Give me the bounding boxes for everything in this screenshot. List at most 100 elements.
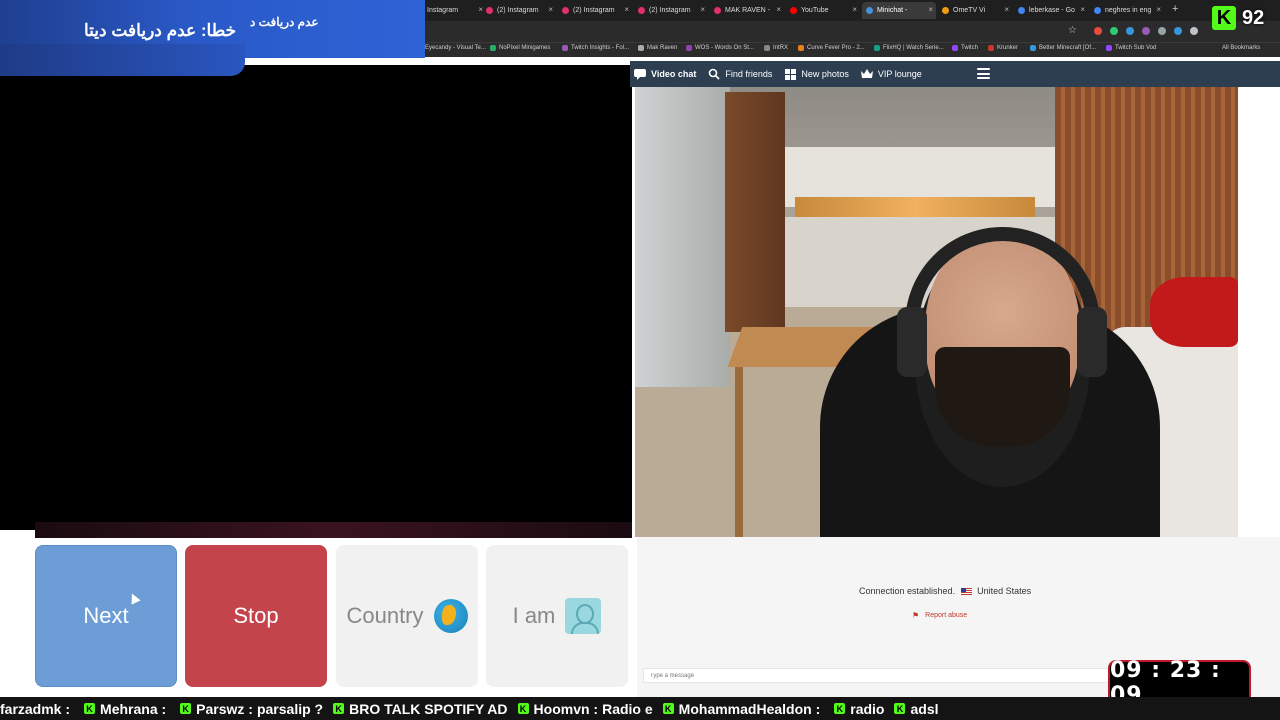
chat-message: Kradio — [834, 701, 884, 717]
browser-tab[interactable]: (2) Instagram × — [482, 2, 556, 19]
bookmark-label: Eyecandy - Visual Te... — [425, 45, 486, 51]
search-icon — [708, 68, 720, 80]
browser-tab[interactable]: (2) Instagram × — [634, 2, 708, 19]
tab-label: (2) Instagram — [573, 7, 615, 14]
minichat-page: Video chat Find friends New photos VIP l… — [0, 57, 1280, 720]
connection-status: Connection established. United States — [859, 586, 1031, 596]
tab-favicon-icon — [1018, 7, 1025, 14]
photos-grid-icon — [784, 68, 796, 80]
tab-label: Minichat - — [877, 7, 908, 14]
local-webcam-video — [635, 87, 1238, 537]
next-button[interactable]: Next — [35, 545, 177, 687]
tab-close-icon[interactable]: × — [1156, 5, 1161, 14]
bookmark-item[interactable]: Twitch Insights - Fol... — [562, 45, 629, 51]
chat-text: adsl — [910, 700, 939, 717]
extension-icon[interactable] — [1190, 27, 1198, 35]
bookmark-item[interactable]: Twitch — [952, 45, 978, 51]
bookmark-item[interactable]: Better Minecraft [Of... — [1030, 45, 1096, 51]
nav-video-chat[interactable]: Video chat — [634, 68, 696, 80]
tab-label: (2) Instagram — [649, 7, 691, 14]
nav-new-photos[interactable]: New photos — [784, 68, 849, 80]
bookmark-favicon-icon — [764, 45, 770, 51]
browser-tab[interactable]: YouTube × — [786, 2, 860, 19]
bookmark-label: NoPixel Minigames — [499, 45, 551, 51]
stop-button[interactable]: Stop — [185, 545, 327, 687]
gender-select-button[interactable]: I am — [486, 545, 628, 687]
all-bookmarks-button[interactable]: All Bookmarks — [1222, 45, 1260, 51]
chat-message: K BRO TALK SPOTIFY AD — [333, 700, 508, 717]
alert-title: عدم دریافت د — [250, 15, 319, 29]
extension-icon[interactable] — [1158, 27, 1166, 35]
browser-tab[interactable]: (2) Instagram × — [558, 2, 632, 19]
bookmark-favicon-icon — [686, 45, 692, 51]
tab-close-icon[interactable]: × — [852, 5, 857, 14]
extension-icon[interactable] — [1094, 27, 1102, 35]
new-tab-button[interactable]: + — [1172, 3, 1178, 15]
chat-bubble-icon — [634, 68, 646, 80]
bookmark-item[interactable]: Twitch Sub Vod — [1106, 45, 1156, 51]
bookmark-label: IntRX — [773, 45, 789, 51]
nav-vip-lounge[interactable]: VIP lounge — [860, 68, 922, 80]
user-avatar-icon — [565, 598, 602, 634]
browser-tab[interactable]: Minichat - × — [862, 2, 936, 19]
tab-label: MAK RAVEN - — [725, 7, 770, 14]
tab-close-icon[interactable]: × — [700, 5, 705, 14]
bookmark-item[interactable]: Mak Raven — [638, 45, 677, 51]
tab-close-icon[interactable]: × — [776, 5, 781, 14]
menu-hamburger-icon[interactable] — [977, 68, 990, 79]
tab-close-icon[interactable]: × — [548, 5, 553, 14]
chat-text: BRO TALK SPOTIFY AD — [349, 700, 508, 717]
bookmark-item[interactable]: FlixHQ | Watch Serie... — [874, 45, 944, 51]
message-input[interactable] — [643, 668, 1113, 683]
bookmark-item[interactable]: Curve Fever Pro - 2... — [798, 45, 865, 51]
stop-button-label: Stop — [233, 603, 279, 628]
extension-icon[interactable] — [1126, 27, 1134, 35]
tab-favicon-icon — [790, 7, 797, 14]
bookmark-label: FlixHQ | Watch Serie... — [883, 45, 944, 51]
tab-favicon-icon — [714, 7, 721, 14]
extension-icon[interactable] — [1142, 27, 1150, 35]
screen: Instagram × (2) Instagram × (2) Instagram × (2… — [0, 0, 1280, 720]
tab-close-icon[interactable]: × — [1004, 5, 1009, 14]
tab-label: OmeTV Vi — [953, 7, 986, 14]
bookmark-favicon-icon — [952, 45, 958, 51]
nav-video-chat-label: Video chat — [651, 69, 697, 79]
tab-close-icon[interactable]: × — [624, 5, 629, 14]
iam-button-label: I am — [512, 603, 556, 628]
nav-find-friends[interactable]: Find friends — [708, 68, 772, 80]
kick-badge-icon: K — [662, 703, 674, 714]
bookmark-label: WOS - Words On St... — [695, 45, 754, 51]
bookmark-label: Mak Raven — [647, 45, 678, 51]
bookmark-item[interactable]: Eyecandy - Visual Te... — [416, 45, 486, 51]
tab-label: (2) Instagram — [497, 7, 539, 14]
kick-badge-icon: K — [333, 703, 345, 714]
tab-favicon-icon — [942, 7, 949, 14]
browser-tab[interactable]: neghres in eng × — [1090, 2, 1164, 19]
tab-label: YouTube — [801, 7, 829, 14]
bookmark-label: Twitch Sub Vod — [1115, 45, 1157, 51]
bookmark-item[interactable]: IntRX — [764, 45, 788, 51]
tab-close-icon[interactable]: × — [928, 5, 933, 14]
chat-message: K Mehrana : — [84, 701, 170, 717]
bookmark-item[interactable]: WOS - Words On St... — [686, 45, 754, 51]
tab-close-icon[interactable]: × — [1080, 5, 1085, 14]
flag-icon: ⚑ — [912, 611, 920, 620]
chat-username: Hoomvn : — [533, 700, 599, 717]
browser-tab[interactable]: OmeTV Vi × — [938, 2, 1012, 19]
bookmark-star-icon[interactable]: ☆ — [1068, 25, 1077, 36]
tab-label: leberkase - Go — [1029, 7, 1075, 14]
bookmark-favicon-icon — [490, 45, 496, 51]
globe-icon — [433, 599, 468, 633]
kick-badge-icon: K — [84, 703, 96, 714]
browser-tab[interactable]: MAK RAVEN - × — [710, 2, 784, 19]
extension-icon[interactable] — [1174, 27, 1182, 35]
chat-message: K Hoomvn : Radio e — [517, 700, 653, 717]
tab-favicon-icon — [486, 7, 493, 14]
bookmark-item[interactable]: Krunker — [988, 45, 1018, 51]
extension-icon[interactable] — [1110, 27, 1118, 35]
country-filter-button[interactable]: Country — [336, 545, 478, 687]
report-abuse-link[interactable]: ⚑ Report abuse — [912, 611, 967, 620]
chat-ticker: farzadmk : K Mehrana : K Parswz : parsalip ? K… — [0, 697, 1280, 720]
bookmark-item[interactable]: NoPixel Minigames — [490, 45, 550, 51]
browser-tab[interactable]: leberkase - Go × — [1014, 2, 1088, 19]
